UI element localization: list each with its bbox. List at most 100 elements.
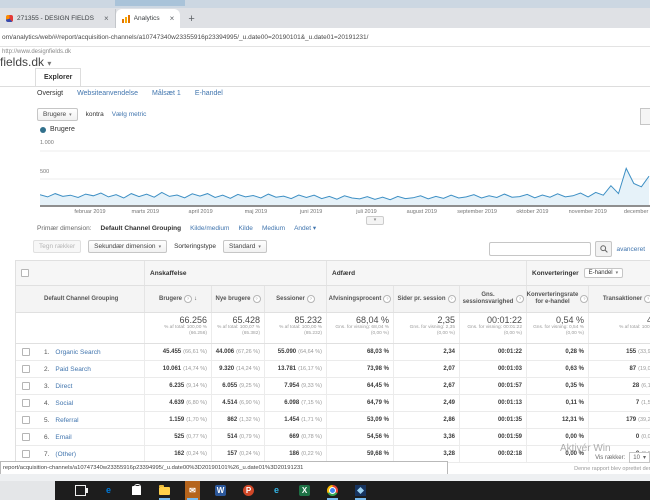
app-button[interactable]	[353, 481, 368, 500]
subtab-ehandel[interactable]: E-handel	[195, 90, 223, 97]
address-bar[interactable]: om/analytics/web/#/report/acquisition-ch…	[0, 28, 650, 47]
window-top-strip	[0, 0, 650, 8]
word-button[interactable]: W	[213, 481, 228, 500]
row-checkbox[interactable]	[22, 433, 30, 441]
channel-cell: 7. (Other)	[36, 446, 144, 462]
metric-cell: 514 (0,79 %)	[211, 429, 264, 445]
timeline-slider-handle[interactable]: ▾	[366, 216, 384, 225]
advanced-link[interactable]: avanceret	[616, 246, 645, 253]
file-explorer-icon	[159, 484, 170, 495]
task-view-icon	[75, 485, 88, 496]
metric-cell: 53,09 %	[326, 412, 393, 428]
metric-cell: 9.320 (14,24 %)	[211, 361, 264, 377]
x-axis-label: oktober 2019	[516, 209, 549, 215]
channel-link[interactable]: Referral	[55, 417, 78, 424]
excel-button[interactable]: X	[297, 481, 312, 500]
row-checkbox[interactable]	[22, 450, 30, 458]
col-afvisningsprocent[interactable]: Afvisningsprocent?	[326, 286, 393, 312]
subtab-websiteanvendelse[interactable]: Websiteanvendelse	[77, 90, 138, 97]
dimension-medium[interactable]: Medium	[262, 225, 285, 232]
metric-cell: 1.454 (1,71 %)	[264, 412, 326, 428]
sort-type-dropdown[interactable]: Standard ▾	[223, 240, 267, 253]
subtab-maalsaet[interactable]: Målsæt 1	[152, 90, 181, 97]
metric-cell: 44.006 (67,26 %)	[211, 344, 264, 360]
task-view-button[interactable]	[73, 481, 88, 500]
col-gns-sessionsvarighed[interactable]: Gns. sessionsvarighed?	[459, 286, 526, 312]
chrome-button[interactable]	[325, 481, 340, 500]
property-selector[interactable]: fields.dk ▾	[0, 55, 51, 69]
col-brugere[interactable]: Brugere? ↓	[144, 286, 211, 312]
file-explorer-button[interactable]	[157, 481, 172, 500]
col-nye-brugere[interactable]: Nye brugere?	[211, 286, 264, 312]
col-sessioner[interactable]: Sessioner?	[264, 286, 326, 312]
table-search: avanceret	[489, 241, 645, 257]
table-group-header: Anskaffelse Adfærd Konverteringer E-hand…	[16, 261, 650, 286]
plot-rows-button: Tegn rækker	[33, 240, 82, 253]
col-konverteringsrate[interactable]: Konverteringsrate for e-handel?	[526, 286, 589, 312]
conversions-type-dropdown[interactable]: E-handel ▾	[583, 268, 624, 278]
search-button[interactable]	[595, 241, 613, 257]
metric-cell: 28(6,14 %)	[588, 378, 650, 394]
new-tab-button[interactable]: +	[180, 13, 202, 28]
help-icon[interactable]: ?	[383, 295, 392, 303]
help-icon[interactable]: ?	[447, 295, 456, 303]
dimension-default-channel-grouping[interactable]: Default Channel Grouping	[101, 225, 182, 232]
versus-label: kontra	[85, 111, 104, 118]
search-input[interactable]	[489, 242, 592, 256]
analytics-favicon	[121, 14, 130, 23]
chart-interval-button[interactable]	[640, 108, 650, 125]
group-behavior: Adfærd	[326, 261, 526, 285]
row-checkbox[interactable]	[22, 416, 30, 424]
powerpoint-button[interactable]: P	[241, 481, 256, 500]
dimension-kilde-medium[interactable]: Kilde/medium	[190, 225, 229, 232]
tab-close-icon[interactable]: ×	[104, 14, 109, 23]
help-icon[interactable]: ?	[644, 295, 650, 303]
row-checkbox[interactable]	[22, 382, 30, 390]
help-icon[interactable]: ?	[516, 295, 524, 303]
metric-dropdown[interactable]: Brugere ▾	[37, 108, 78, 121]
outlook-button[interactable]: ✉	[185, 481, 200, 500]
channel-cell: 1. Organic Search	[36, 344, 144, 360]
tab-explorer[interactable]: Explorer	[35, 68, 82, 86]
totals-spacer	[16, 313, 144, 343]
metric-cell: 6.235 (9,14 %)	[144, 378, 211, 394]
metric-cell: 0,28 %	[526, 344, 588, 360]
browser-tab-analytics[interactable]: Analytics ×	[115, 9, 181, 28]
help-icon[interactable]: ?	[252, 295, 261, 303]
help-icon[interactable]: ?	[184, 295, 192, 303]
rows-per-page-dropdown[interactable]: 10 ▾	[629, 452, 650, 463]
channel-link[interactable]: (Other)	[55, 451, 76, 458]
row-checkbox-cell	[16, 446, 36, 462]
x-axis-label: november 2019	[568, 209, 607, 215]
browser-tab-design-fields[interactable]: 271355 - DESIGN FIELDS ×	[0, 9, 116, 28]
select-all-checkbox[interactable]	[21, 269, 29, 277]
col-transaktioner[interactable]: Transaktioner?	[588, 286, 650, 312]
internet-explorer-button[interactable]: e	[269, 481, 284, 500]
channel-link[interactable]: Social	[55, 400, 73, 407]
col-default-channel-grouping[interactable]: Default Channel Grouping	[36, 286, 144, 312]
edge-button[interactable]: e	[101, 481, 116, 500]
metric-cell: 3,36	[393, 429, 459, 445]
channel-link[interactable]: Direct	[55, 383, 72, 390]
subtab-oversigt[interactable]: Oversigt	[37, 90, 63, 97]
dimension-andet[interactable]: Andet ▾	[294, 224, 316, 232]
x-axis-label: september 2019	[457, 209, 497, 215]
select-metric-link[interactable]: Vælg metric	[112, 111, 147, 118]
store-button[interactable]	[129, 481, 144, 500]
channel-link[interactable]: Paid Search	[55, 366, 90, 373]
row-checkbox[interactable]	[22, 365, 30, 373]
col-sider-pr-session[interactable]: Sider pr. session?	[393, 286, 459, 312]
row-checkbox[interactable]	[22, 348, 30, 356]
channel-link[interactable]: Organic Search	[55, 349, 100, 356]
chevron-down-icon: ▾	[615, 270, 619, 276]
help-icon[interactable]: ?	[306, 295, 315, 303]
metric-cell: 6.055 (9,25 %)	[211, 378, 264, 394]
channel-link[interactable]: Email	[55, 434, 71, 441]
window-bottom-band	[0, 474, 650, 481]
table-controls: Tegn rækker Sekundær dimension ▾ Sorterin…	[33, 240, 267, 253]
tab-close-icon[interactable]: ×	[170, 14, 175, 23]
x-axis-label: februar 2019	[74, 209, 106, 215]
secondary-dimension-button[interactable]: Sekundær dimension ▾	[88, 240, 168, 253]
dimension-kilde[interactable]: Kilde	[238, 225, 252, 232]
row-checkbox[interactable]	[22, 399, 30, 407]
